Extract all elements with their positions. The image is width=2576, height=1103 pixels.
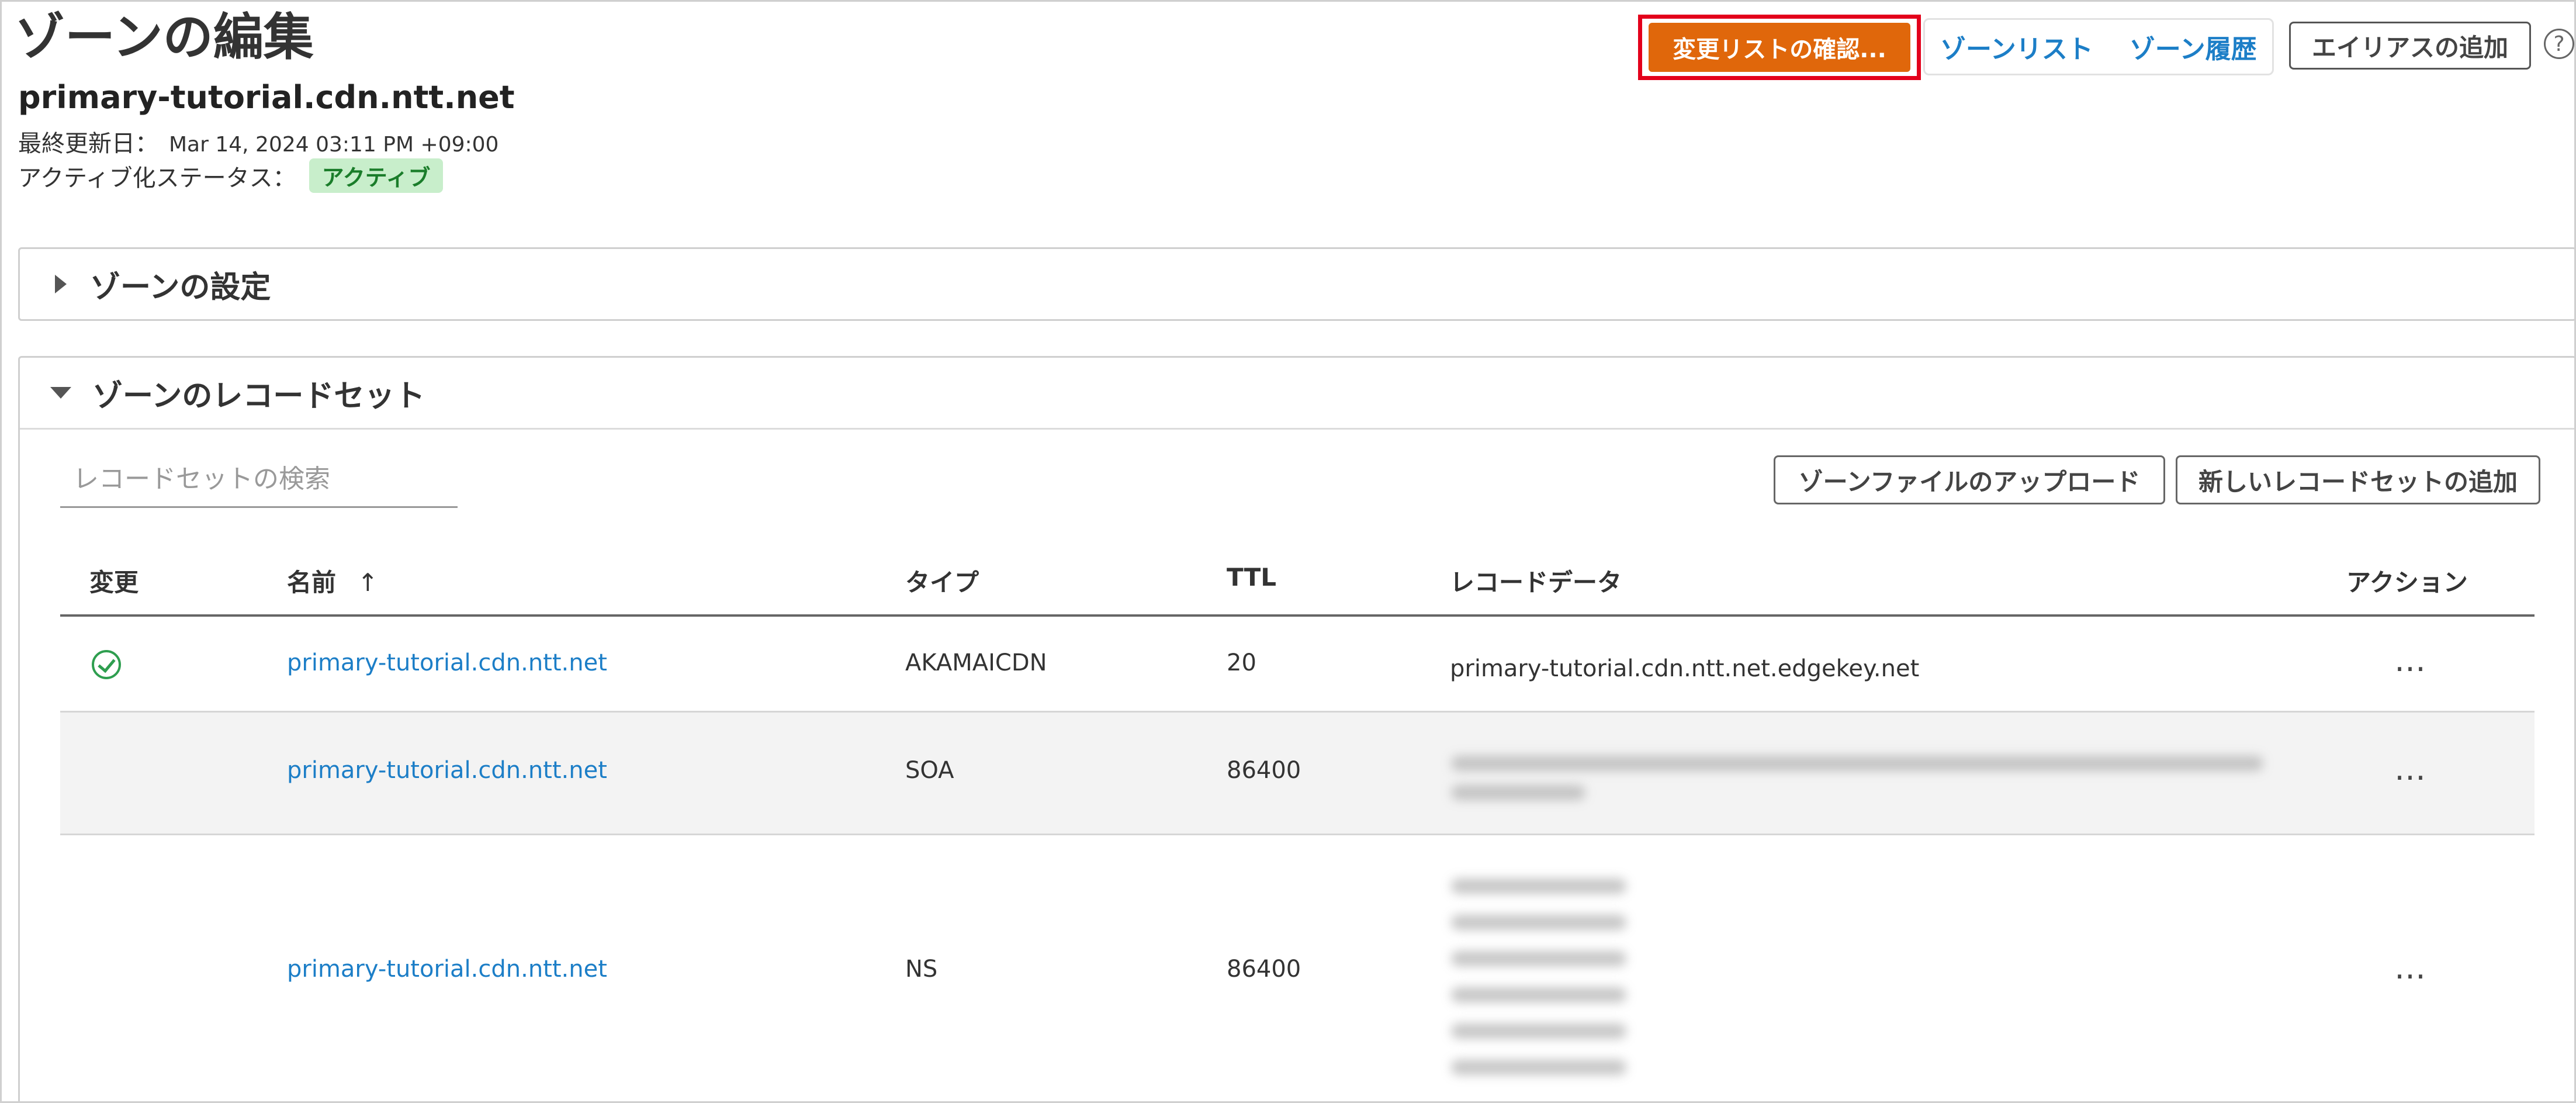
recordset-search-input[interactable] <box>60 452 458 508</box>
recordset-ttl: 86400 <box>1227 956 1301 983</box>
recordset-name-link[interactable]: primary-tutorial.cdn.ntt.net <box>287 757 607 784</box>
column-header-name-label: 名前 <box>287 568 337 597</box>
column-header-record-data[interactable]: レコードデータ <box>1450 563 1622 599</box>
last-updated-value: Mar 14, 2024 03:11 PM +09:00 <box>169 133 499 157</box>
recordset-type: AKAMAICDN <box>905 649 1047 676</box>
collapse-arrow-icon <box>50 387 71 399</box>
activation-status-row: アクティブ化ステータス： アクティブ <box>18 158 444 193</box>
last-updated-row: 最終更新日： Mar 14, 2024 03:11 PM +09:00 <box>18 125 498 158</box>
row-actions-icon[interactable]: … <box>2394 645 2427 676</box>
recordset-ttl: 20 <box>1227 649 1256 676</box>
status-badge: アクティブ <box>309 158 444 193</box>
zone-recordsets-title: ゾーンのレコードセット <box>92 378 425 414</box>
row-actions-icon[interactable]: … <box>2394 952 2427 984</box>
last-updated-label: 最終更新日： <box>18 130 158 157</box>
review-changes-button[interactable]: 変更リストの確認... <box>1649 23 1910 72</box>
recordset-type: NS <box>905 956 938 983</box>
column-header-type[interactable]: タイプ <box>905 563 979 599</box>
edit-zone-page: ゾーンの編集 primary-tutorial.cdn.ntt.net 最終更新… <box>0 0 2576 1103</box>
panel-divider <box>20 428 2574 430</box>
recordset-type: SOA <box>905 757 954 784</box>
help-icon[interactable]: ? <box>2544 29 2574 59</box>
expand-arrow-icon <box>55 275 67 293</box>
activation-status-label: アクティブ化ステータス： <box>18 164 296 192</box>
recordset-name-link[interactable]: primary-tutorial.cdn.ntt.net <box>287 649 607 676</box>
zone-settings-title: ゾーンの設定 <box>90 269 271 305</box>
recordset-ttl: 86400 <box>1227 757 1301 784</box>
recordset-data: primary-tutorial.cdn.ntt.net.edgekey.net <box>1450 655 1920 682</box>
column-header-actions: アクション <box>2346 568 2468 597</box>
sort-ascending-icon: ↑ <box>357 568 378 597</box>
column-header-change[interactable]: 変更 <box>89 563 139 599</box>
zone-nav-group: ゾーンリスト ゾーン履歴 <box>1923 18 2274 75</box>
zone-settings-panel: ゾーンの設定 <box>18 247 2574 321</box>
column-header-ttl[interactable]: TTL <box>1227 563 1276 592</box>
row-actions-icon[interactable]: … <box>2394 753 2427 785</box>
zone-recordsets-header[interactable]: ゾーンのレコードセット <box>20 358 2574 428</box>
zone-history-link[interactable]: ゾーン履歴 <box>2130 28 2257 65</box>
page-title: ゾーンの編集 <box>15 8 314 67</box>
zone-list-link[interactable]: ゾーンリスト <box>1940 28 2093 65</box>
change-checked-icon <box>92 650 121 679</box>
recordset-name-link[interactable]: primary-tutorial.cdn.ntt.net <box>287 956 607 983</box>
zone-name: primary-tutorial.cdn.ntt.net <box>18 79 515 116</box>
add-recordset-button[interactable]: 新しいレコードセットの追加 <box>2176 455 2540 504</box>
column-header-name[interactable]: 名前 ↑ <box>287 563 378 599</box>
add-alias-button[interactable]: エイリアスの追加 <box>2289 22 2531 70</box>
zone-settings-header[interactable]: ゾーンの設定 <box>20 249 2574 319</box>
upload-zone-file-button[interactable]: ゾーンファイルのアップロード <box>1774 455 2165 504</box>
